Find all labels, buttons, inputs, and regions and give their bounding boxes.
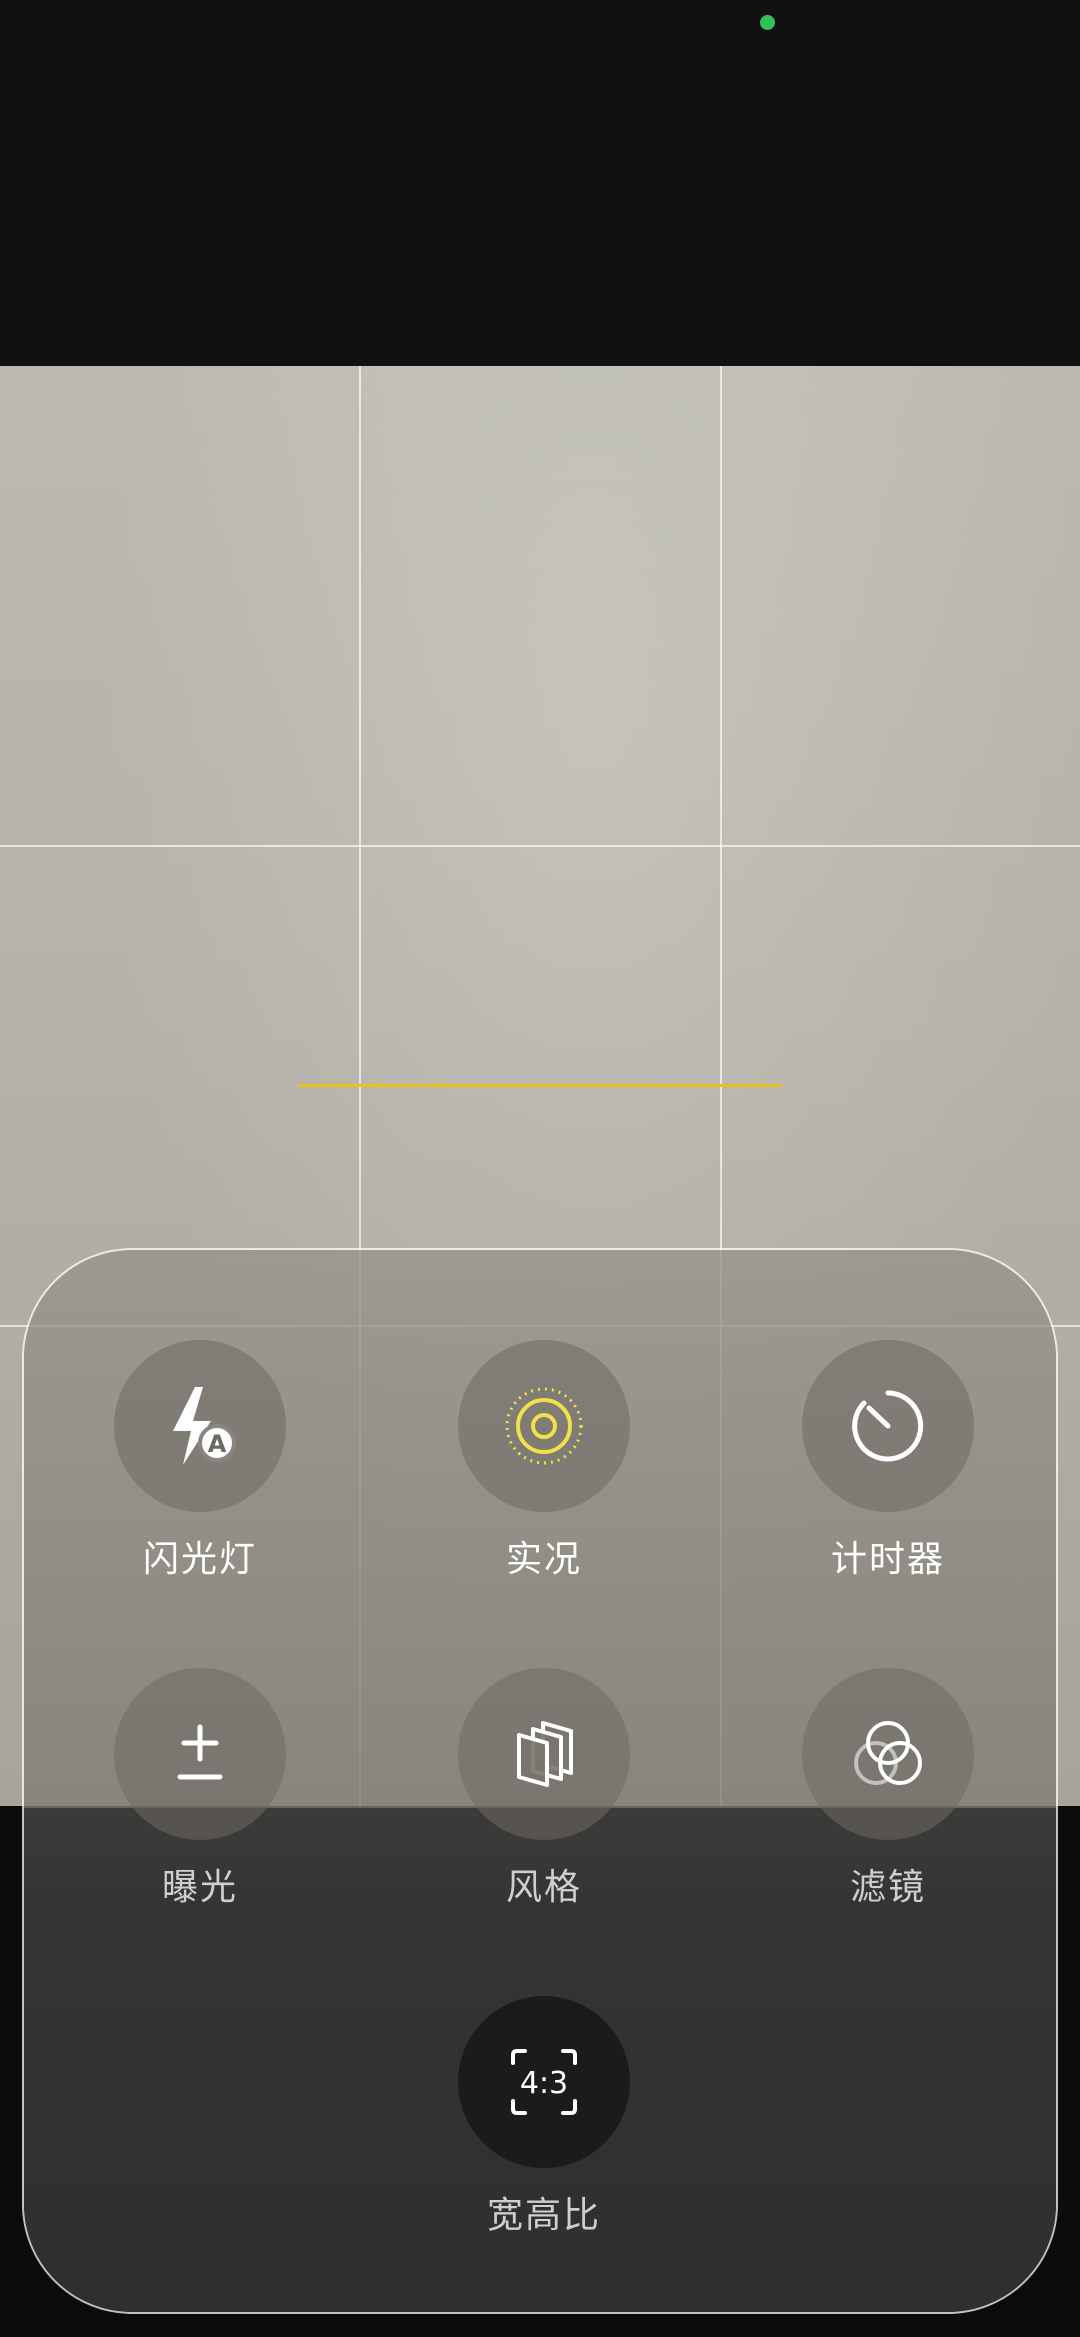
- timer-label: 计时器: [830, 1539, 945, 1580]
- flash-control[interactable]: A 闪光灯: [51, 1340, 291, 1600]
- styles-button[interactable]: [458, 1668, 630, 1840]
- filters-icon: [854, 1721, 922, 1785]
- exposure-plus-minus-icon: [177, 1724, 223, 1780]
- timer-button[interactable]: [802, 1340, 974, 1512]
- top-bar: [0, 0, 1080, 366]
- timer-control[interactable]: 计时器: [739, 1340, 979, 1600]
- live-label: 实况: [505, 1539, 582, 1580]
- flash-label: 闪光灯: [142, 1539, 257, 1580]
- exposure-button[interactable]: [114, 1668, 286, 1840]
- filters-label: 滤镜: [849, 1867, 926, 1908]
- svg-text:A: A: [208, 1430, 227, 1458]
- aspect-ratio-label: 宽高比: [486, 2195, 601, 2236]
- camera-in-use-indicator: [760, 15, 775, 30]
- aspect-ratio-control[interactable]: 4:3 宽高比: [395, 1996, 635, 2256]
- live-button[interactable]: [458, 1340, 630, 1512]
- exposure-control[interactable]: 曝光: [51, 1668, 291, 1928]
- styles-control[interactable]: 风格: [395, 1668, 635, 1928]
- filters-control[interactable]: 滤镜: [739, 1668, 979, 1928]
- flash-auto-icon: A: [173, 1387, 236, 1465]
- aspect-ratio-icon: 4:3: [511, 2049, 577, 2115]
- live-photo-icon: [505, 1387, 583, 1465]
- flash-button[interactable]: A: [114, 1340, 286, 1512]
- photographic-styles-icon: [517, 1721, 573, 1787]
- aspect-ratio-button[interactable]: 4:3: [458, 1996, 630, 2168]
- level-indicator: [298, 1084, 782, 1087]
- svg-text:4:3: 4:3: [520, 2066, 568, 2101]
- grid-line: [0, 845, 1080, 847]
- filters-button[interactable]: [802, 1668, 974, 1840]
- live-control[interactable]: 实况: [395, 1340, 635, 1600]
- exposure-label: 曝光: [161, 1867, 238, 1908]
- styles-label: 风格: [505, 1867, 582, 1908]
- timer-icon: [852, 1390, 924, 1462]
- camera-settings-panel: A 闪光灯 实况 计时器 曝光 风格 滤镜 4:3 宽高比: [22, 1248, 1058, 2314]
